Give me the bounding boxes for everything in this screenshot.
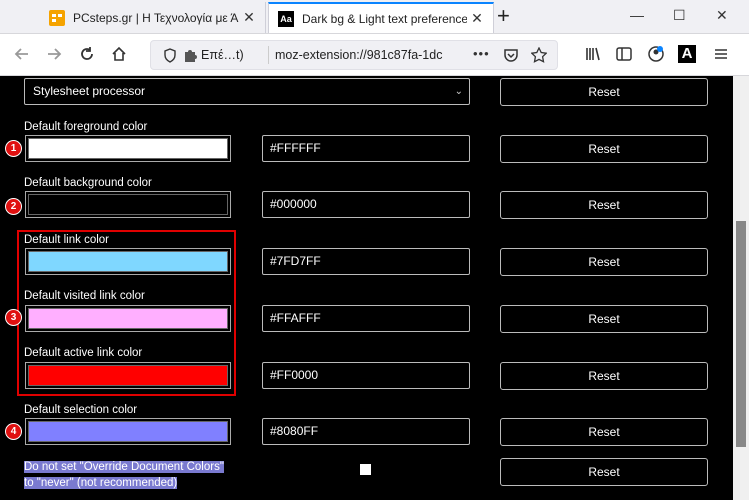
chevron-down-icon: ⌄ — [454, 86, 463, 97]
forward-button[interactable] — [44, 44, 64, 64]
library-button[interactable] — [583, 44, 603, 64]
maximize-button[interactable]: ☐ — [673, 7, 686, 24]
select-value: Stylesheet processor — [33, 84, 146, 98]
color-swatch-fill — [28, 365, 228, 386]
puzzle-extension-icon — [185, 50, 197, 62]
color-swatch-fill — [28, 421, 228, 442]
scrollbar-thumb[interactable] — [736, 221, 746, 447]
home-button[interactable] — [109, 44, 129, 64]
account-icon — [648, 46, 664, 62]
window-close-button[interactable]: ✕ — [716, 7, 728, 24]
page-actions-more-icon[interactable]: ••• — [473, 46, 490, 61]
reset-button[interactable]: Reset — [500, 362, 708, 390]
stylesheet-processor-select[interactable]: Stylesheet processor ⌄ — [24, 78, 470, 105]
navigation-toolbar: Επέ…t) moz-extension://981c87fa-1dc ••• … — [0, 34, 749, 76]
minimize-button[interactable]: — — [630, 7, 644, 23]
reload-icon — [81, 47, 93, 60]
annotation-badge: 3 — [6, 310, 21, 325]
reset-button[interactable]: Reset — [500, 248, 708, 276]
foreground-hex-input[interactable]: #FFFFFF — [262, 135, 470, 162]
foreground-color-picker[interactable] — [25, 135, 231, 162]
reset-button[interactable]: Reset — [500, 191, 708, 219]
link-color-picker[interactable] — [25, 248, 231, 275]
forward-arrow-icon — [48, 48, 62, 60]
sidebar-icon — [616, 47, 632, 61]
visited-link-color-label: Default visited link color — [24, 290, 145, 302]
account-button[interactable] — [646, 44, 666, 64]
link-color-label: Default link color — [24, 234, 110, 246]
active-link-color-label: Default active link color — [24, 347, 143, 359]
selection-hex-input[interactable]: #8080FF — [262, 418, 470, 445]
selection-color-label: Default selection color — [24, 404, 138, 416]
override-colors-label: Do not set "Override Document Colors" to… — [24, 459, 234, 491]
tab-pcsteps[interactable]: PCsteps.gr | Η Τεχνολογία με Ά ✕ — [40, 2, 266, 33]
color-swatch-fill — [28, 138, 228, 159]
background-color-label: Default background color — [24, 177, 152, 189]
reset-button[interactable]: Reset — [500, 78, 708, 106]
reload-button[interactable] — [77, 44, 97, 64]
reset-button[interactable]: Reset — [500, 135, 708, 163]
letter-a-icon: A — [678, 45, 696, 63]
color-swatch-fill — [28, 251, 228, 272]
tab-title: PCsteps.gr | Η Τεχνολογία με Ά — [73, 10, 239, 25]
selection-color-picker[interactable] — [25, 418, 231, 445]
annotation-badge: 4 — [6, 424, 21, 439]
menu-button[interactable] — [711, 44, 731, 64]
tab-title: Dark bg & Light text preference — [302, 11, 467, 26]
override-label-line1: Do not set "Override Document Colors" — [24, 461, 224, 473]
back-button[interactable] — [12, 44, 32, 64]
pcsteps-favicon-icon — [49, 9, 65, 26]
options-page: Stylesheet processor ⌄ Reset Default for… — [0, 76, 733, 500]
extension-identity-label: Επέ…t) — [201, 48, 244, 62]
sidebar-button[interactable] — [614, 44, 634, 64]
hamburger-menu-icon — [715, 49, 727, 59]
url-text[interactable]: moz-extension://981c87fa-1dc — [275, 48, 465, 62]
library-icon — [586, 47, 600, 61]
tab-dark-bg[interactable]: Aa Dark bg & Light text preference ✕ — [268, 2, 494, 33]
url-bar[interactable]: Επέ…t) moz-extension://981c87fa-1dc ••• — [150, 40, 558, 70]
tab-bar: PCsteps.gr | Η Τεχνολογία με Ά ✕ Aa Dark… — [0, 0, 749, 34]
dark-bg-extension-button[interactable]: A — [677, 44, 697, 64]
foreground-color-label: Default foreground color — [24, 121, 148, 133]
home-icon — [112, 46, 126, 61]
visited-link-hex-input[interactable]: #FFAFFF — [262, 305, 470, 332]
bookmark-star-icon[interactable] — [531, 47, 547, 63]
aa-favicon-icon: Aa — [278, 10, 294, 27]
url-separator — [268, 46, 269, 64]
background-color-picker[interactable] — [25, 191, 231, 218]
override-label-line2: to "never" (not recommended) — [24, 477, 178, 489]
override-colors-checkbox[interactable] — [360, 464, 371, 475]
shield-icon[interactable] — [163, 48, 177, 63]
reset-button[interactable]: Reset — [500, 418, 708, 446]
reset-button[interactable]: Reset — [500, 305, 708, 333]
color-swatch-fill — [28, 194, 228, 215]
annotation-badge: 1 — [6, 141, 21, 156]
tab-close-icon[interactable]: ✕ — [467, 10, 487, 27]
active-link-hex-input[interactable]: #FF0000 — [262, 362, 470, 389]
back-arrow-icon — [14, 48, 28, 60]
tab-close-icon[interactable]: ✕ — [239, 9, 259, 26]
pocket-icon[interactable] — [503, 47, 519, 63]
visited-link-color-picker[interactable] — [25, 305, 231, 332]
link-hex-input[interactable]: #7FD7FF — [262, 248, 470, 275]
annotation-badge: 2 — [6, 199, 21, 214]
reset-button[interactable]: Reset — [500, 458, 708, 486]
color-swatch-fill — [28, 308, 228, 329]
new-tab-button[interactable]: + — [497, 5, 510, 27]
background-hex-input[interactable]: #000000 — [262, 191, 470, 218]
active-link-color-picker[interactable] — [25, 362, 231, 389]
